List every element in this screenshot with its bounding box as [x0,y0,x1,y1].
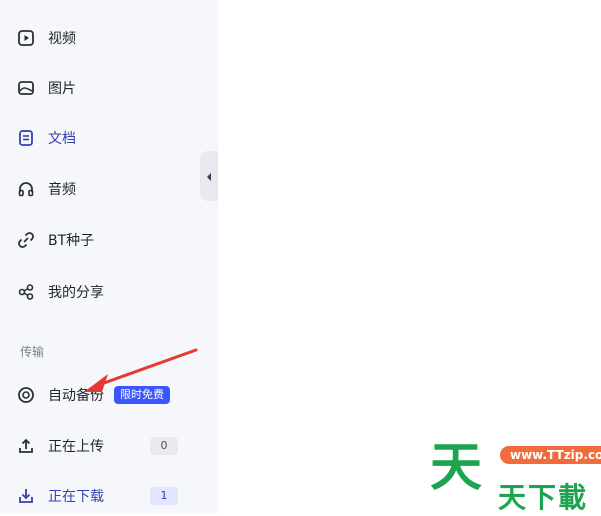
sidebar: 视频 图片 文档 音频 BT种子 我的分享 传输 自动备份 限时免费 正在上传 … [0,0,218,514]
sidebar-item-label: 正在上传 [48,439,104,455]
share-icon [16,282,36,302]
watermark-big-char: 天 [430,438,483,498]
sidebar-item-video[interactable]: 视频 [16,24,76,52]
watermark-logo: 天 www.TTzip.com 天下載 [430,438,601,514]
sidebar-item-label: 音频 [48,182,76,198]
sidebar-item-shares[interactable]: 我的分享 [16,278,104,306]
sidebar-item-label: 文档 [48,131,76,147]
sidebar-item-label: 我的分享 [48,285,104,301]
upload-count-badge: 0 [150,437,178,455]
video-icon [16,28,36,48]
sidebar-item-label: 正在下载 [48,489,104,505]
sidebar-item-uploading[interactable]: 正在上传 [16,432,104,460]
link-icon [16,230,36,250]
sidebar-item-images[interactable]: 图片 [16,74,76,102]
watermark-subtitle: 天下載 [498,481,589,514]
section-title-transfer: 传输 [20,345,45,359]
sidebar-item-label: 自动备份 [48,388,104,404]
download-icon [16,486,36,506]
sidebar-item-downloading[interactable]: 正在下载 [16,482,104,510]
image-icon [16,78,36,98]
free-badge: 限时免费 [114,386,170,404]
sidebar-item-audio[interactable]: 音频 [16,175,76,203]
sidebar-item-documents[interactable]: 文档 [16,124,76,152]
sidebar-item-label: BT种子 [48,233,95,249]
download-count-badge: 1 [150,487,178,505]
backup-icon [16,385,36,405]
sidebar-item-auto-backup[interactable]: 自动备份 限时免费 [16,381,170,409]
watermark-url: www.TTzip.com [500,446,601,464]
sidebar-collapse-button[interactable] [200,151,218,201]
upload-icon [16,436,36,456]
document-icon [16,128,36,148]
sidebar-item-label: 图片 [48,81,76,97]
headphones-icon [16,179,36,199]
chevron-left-icon [205,167,213,186]
sidebar-item-bt[interactable]: BT种子 [16,226,94,254]
sidebar-item-label: 视频 [48,31,76,47]
